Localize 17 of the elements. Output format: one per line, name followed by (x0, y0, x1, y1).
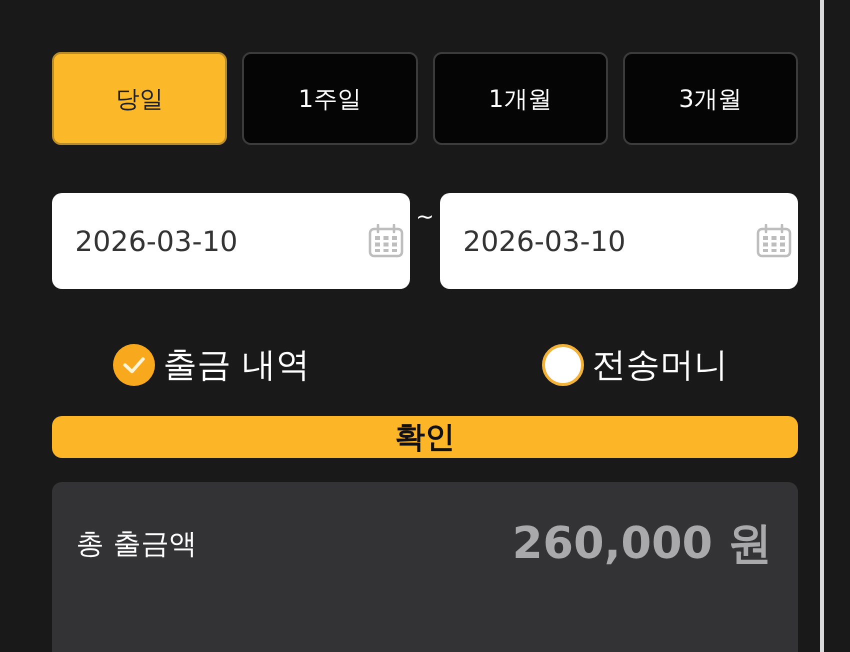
radio-option[interactable]: 전송머니 (542, 344, 728, 386)
range-separator: ~ (414, 207, 436, 229)
radio-option[interactable]: 출금 내역 (113, 344, 310, 386)
calendar-icon[interactable] (368, 224, 404, 258)
total-amount: 260,000 원 (512, 517, 772, 571)
end-date-field[interactable]: 2026-03-10 (440, 193, 798, 289)
start-date-field[interactable]: 2026-03-10 (52, 193, 410, 289)
radio-icon[interactable] (542, 344, 584, 386)
period-tab[interactable]: 1주일 (242, 52, 418, 145)
radio-checked-icon[interactable] (113, 344, 155, 386)
confirm-button[interactable]: 확인 (52, 416, 798, 458)
calendar-icon[interactable] (756, 224, 792, 258)
total-label: 총 출금액 (76, 526, 197, 562)
period-tab[interactable]: 3개월 (622, 52, 798, 145)
period-tab[interactable]: 1개월 (432, 52, 608, 145)
period-tab[interactable]: 당일 (52, 52, 228, 145)
scrollbar[interactable] (820, 0, 824, 652)
